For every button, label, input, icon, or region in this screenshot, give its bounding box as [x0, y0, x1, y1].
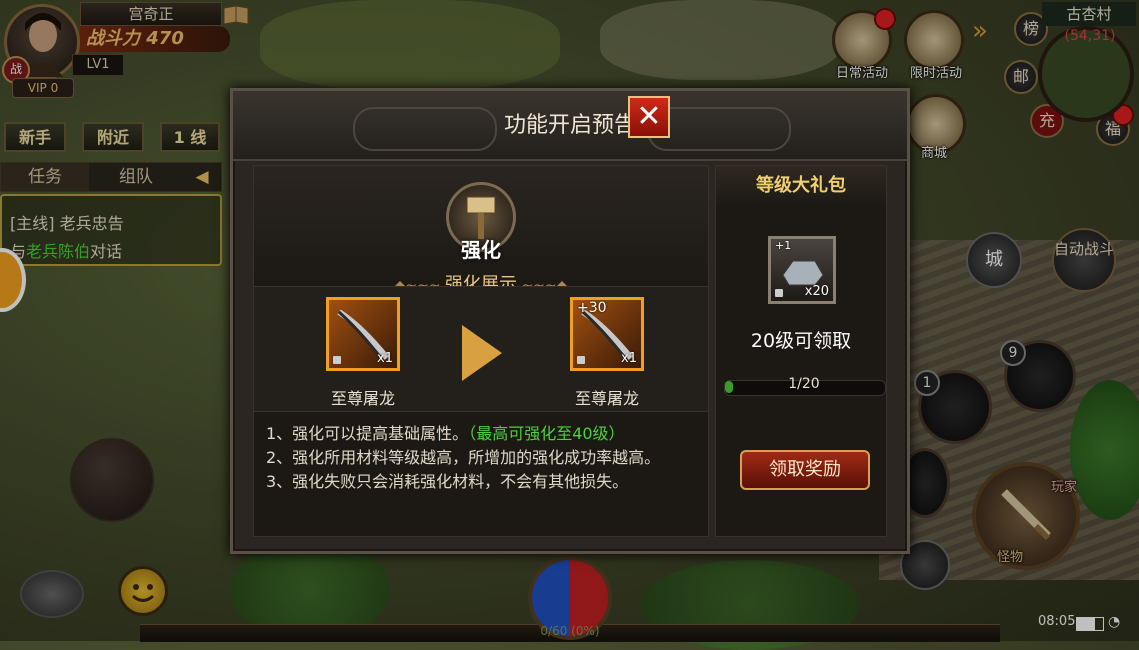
- item-after-slot[interactable]: +30 x1: [570, 297, 644, 371]
- feature-preview-dialog: 功能开启预告 强化 ◆~~~ 强化展示 ~~~◆ x1 至尊屠龙 +30 x1: [230, 88, 910, 554]
- desc-line-3: 3、强化失败只会消耗强化材料，不会有其他损失。: [266, 472, 629, 491]
- feature-description: 1、强化可以提高基础属性。（最高可强化至40级） 2、强化所用材料等级越高，所增…: [266, 422, 706, 494]
- item-count: x1: [377, 351, 393, 366]
- desc-1a: 1、强化可以提高基础属性。: [266, 424, 469, 443]
- item-count: x1: [621, 351, 637, 366]
- gift-title: 等级大礼包: [716, 166, 886, 206]
- feature-name: 强化: [461, 238, 501, 262]
- item-before-slot[interactable]: x1: [326, 297, 400, 371]
- gift-item-slot[interactable]: +1 x20: [768, 236, 836, 304]
- feature-panel: 强化 ◆~~~ 强化展示 ~~~◆ x1 至尊屠龙 +30 x1 至尊屠龙 1、…: [253, 165, 709, 537]
- desc-line-1: 1、强化可以提高基础属性。（最高可强化至40级）: [266, 422, 706, 446]
- claim-reward-button[interactable]: 领取奖励: [740, 450, 870, 490]
- desc-line-2: 2、强化所用材料等级越高，所增加的强化成功率越高。: [266, 448, 661, 467]
- modal-title: 功能开启预告: [503, 113, 636, 138]
- lock-icon: [577, 356, 585, 364]
- lock-icon: [333, 356, 341, 364]
- gift-progress-text: 1/20: [788, 376, 820, 392]
- lock-icon: [775, 289, 783, 297]
- modal-title-bar: 功能开启预告: [233, 91, 907, 161]
- item-count: x20: [804, 284, 829, 299]
- gift-level-requirement: 20级可领取: [750, 330, 852, 352]
- item-plus: +30: [577, 300, 607, 316]
- close-button[interactable]: ✕: [628, 96, 670, 138]
- desc-1b: （最高可强化至40级）: [468, 424, 625, 443]
- item-after-name: 至尊屠龙: [574, 389, 639, 408]
- arrow-right-icon: [462, 325, 502, 381]
- feature-header: 强化: [254, 166, 708, 284]
- level-gift-panel: 等级大礼包 +1 x20 20级可领取 1/20 领取奖励: [715, 165, 887, 537]
- item-before-name: 至尊屠龙: [330, 389, 395, 408]
- enhance-showcase: x1 至尊屠龙 +30 x1 至尊屠龙: [254, 286, 708, 412]
- item-plus: +1: [775, 239, 792, 252]
